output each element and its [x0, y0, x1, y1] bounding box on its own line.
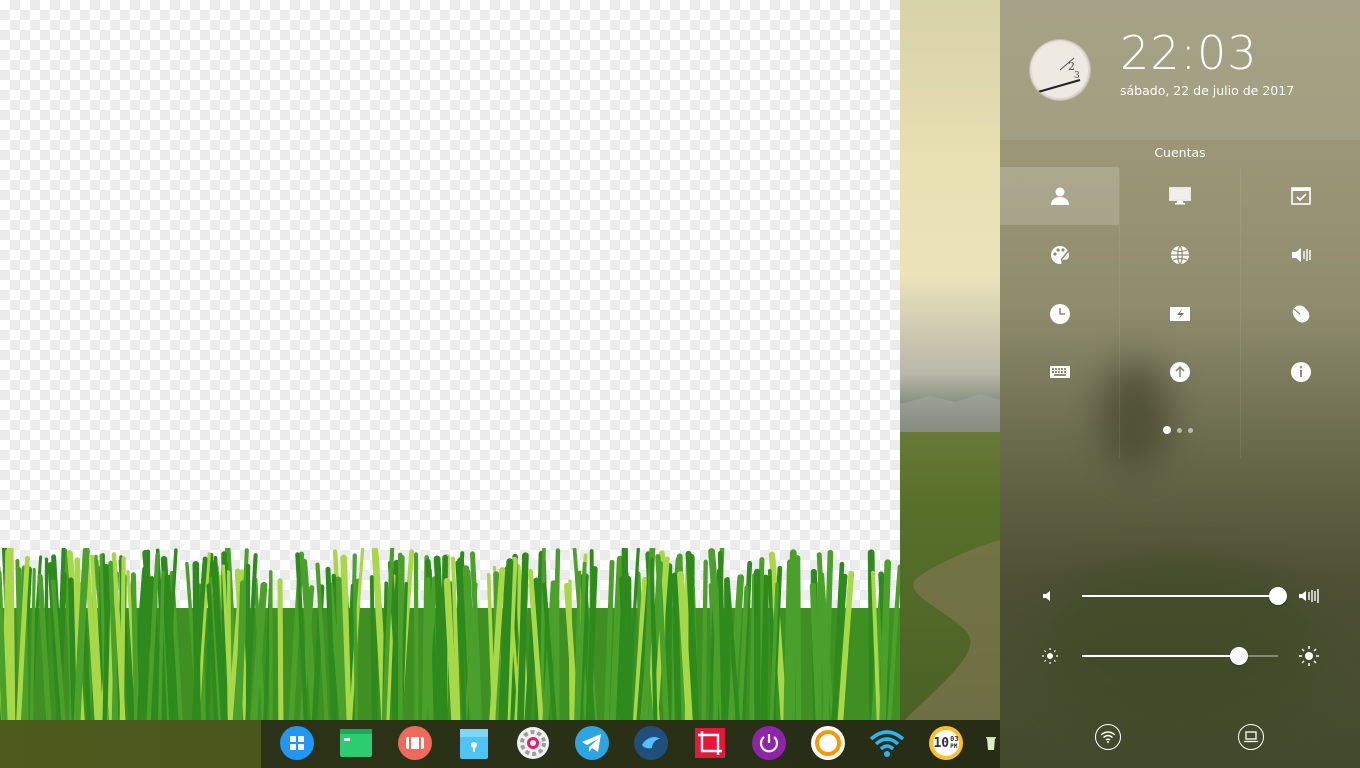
- tile-sound[interactable]: [1241, 226, 1360, 284]
- dock-item-telegram[interactable]: [572, 723, 612, 763]
- tile-display[interactable]: [1120, 167, 1239, 225]
- dock-clock-minutes: 03: [950, 735, 959, 743]
- telegram-icon: [575, 726, 609, 760]
- dock-item-trash[interactable]: [982, 723, 1000, 763]
- brightness-high-icon[interactable]: [1298, 646, 1320, 666]
- dock-clock-ampm: PM: [950, 743, 958, 750]
- clock-time: 22:03: [1120, 26, 1258, 80]
- brightness-track[interactable]: [1082, 647, 1278, 665]
- battery-charging-icon: [1169, 307, 1190, 321]
- dock-item-shutdown[interactable]: [749, 723, 789, 763]
- brightness-low-icon[interactable]: [1040, 646, 1060, 666]
- keyboard-icon: [1049, 366, 1070, 378]
- brightness-fill: [1082, 655, 1239, 657]
- tile-update[interactable]: [1120, 343, 1239, 401]
- bird-icon: [634, 726, 668, 760]
- tile-mouse[interactable]: [1241, 285, 1360, 343]
- clock-date: sábado, 22 de julio de 2017: [1120, 83, 1295, 98]
- volume-track[interactable]: [1082, 587, 1287, 605]
- folder-icon: [460, 729, 488, 759]
- brightness-slider[interactable]: [1040, 644, 1320, 668]
- control-center-panel: 2 3 22:03 sábado, 22 de julio de 2017 Cu…: [1000, 0, 1360, 768]
- mouse-icon: [1292, 305, 1309, 323]
- dock-item-file-manager[interactable]: [454, 723, 494, 763]
- terminal-icon: [340, 729, 372, 757]
- wifi-toggle-button[interactable]: [1095, 724, 1121, 750]
- tile-accounts[interactable]: [1000, 167, 1119, 225]
- dock-item-settings[interactable]: [513, 723, 553, 763]
- volume-slider[interactable]: [1040, 584, 1320, 608]
- speaker-icon: [1291, 248, 1311, 262]
- dock-item-multitasking[interactable]: [395, 723, 435, 763]
- volume-fill: [1082, 595, 1278, 597]
- wifi-icon: [869, 730, 905, 757]
- dirt-road: [905, 540, 1000, 720]
- dock-item-network[interactable]: [867, 723, 907, 763]
- monitor-icon: [1168, 187, 1191, 205]
- power-icon: [752, 726, 786, 760]
- clock-icon: [1049, 304, 1070, 324]
- multitask-icon: [398, 726, 432, 760]
- tile-system-info[interactable]: [1241, 343, 1360, 401]
- volume-low-icon[interactable]: [1040, 586, 1060, 606]
- page-indicator[interactable]: [1163, 426, 1193, 434]
- tile-network[interactable]: [1120, 226, 1239, 284]
- volume-handle[interactable]: [1269, 587, 1287, 605]
- display-mode-icon: [1244, 731, 1258, 743]
- page-dot[interactable]: [1163, 426, 1171, 434]
- page-dot[interactable]: [1177, 427, 1182, 433]
- gear-icon: [517, 727, 549, 759]
- page-dot[interactable]: [1188, 427, 1193, 433]
- dock-clock-readout: 10 03 PM: [926, 723, 966, 763]
- info-icon: [1290, 362, 1311, 382]
- dock-item-screenshot[interactable]: [690, 723, 730, 763]
- tile-personalization[interactable]: [1000, 226, 1119, 284]
- calendar-check-icon: [1290, 187, 1311, 205]
- launcher-grid-icon: [280, 726, 314, 760]
- browser-ring-icon: [811, 726, 845, 760]
- user-icon: [1050, 187, 1069, 205]
- dock-item-clock[interactable]: 10 03 PM: [926, 723, 966, 763]
- display-mode-button[interactable]: [1238, 724, 1264, 750]
- tile-default-applications[interactable]: [1241, 167, 1360, 225]
- tile-date-time[interactable]: [1000, 285, 1119, 343]
- dock-item-launcher[interactable]: [277, 723, 317, 763]
- dock-item-terminal[interactable]: [336, 723, 376, 763]
- dock-item-browser[interactable]: [808, 723, 848, 763]
- dock-item-deepin-app[interactable]: [631, 723, 671, 763]
- palette-icon: [1050, 246, 1070, 264]
- user-avatar[interactable]: 2 3: [1030, 40, 1090, 100]
- trash-icon: [986, 737, 996, 750]
- network-globe-icon: [1170, 245, 1189, 265]
- tile-keyboard[interactable]: [1000, 343, 1119, 401]
- crop-icon: [695, 728, 725, 758]
- section-title: Cuentas: [1154, 145, 1206, 160]
- upload-arrow-icon: [1169, 362, 1190, 382]
- tile-power[interactable]: [1120, 285, 1239, 343]
- dock-clock-hour: 10: [933, 735, 950, 751]
- volume-high-icon[interactable]: [1298, 586, 1320, 606]
- wifi-icon: [1100, 731, 1116, 743]
- brightness-handle[interactable]: [1230, 647, 1248, 665]
